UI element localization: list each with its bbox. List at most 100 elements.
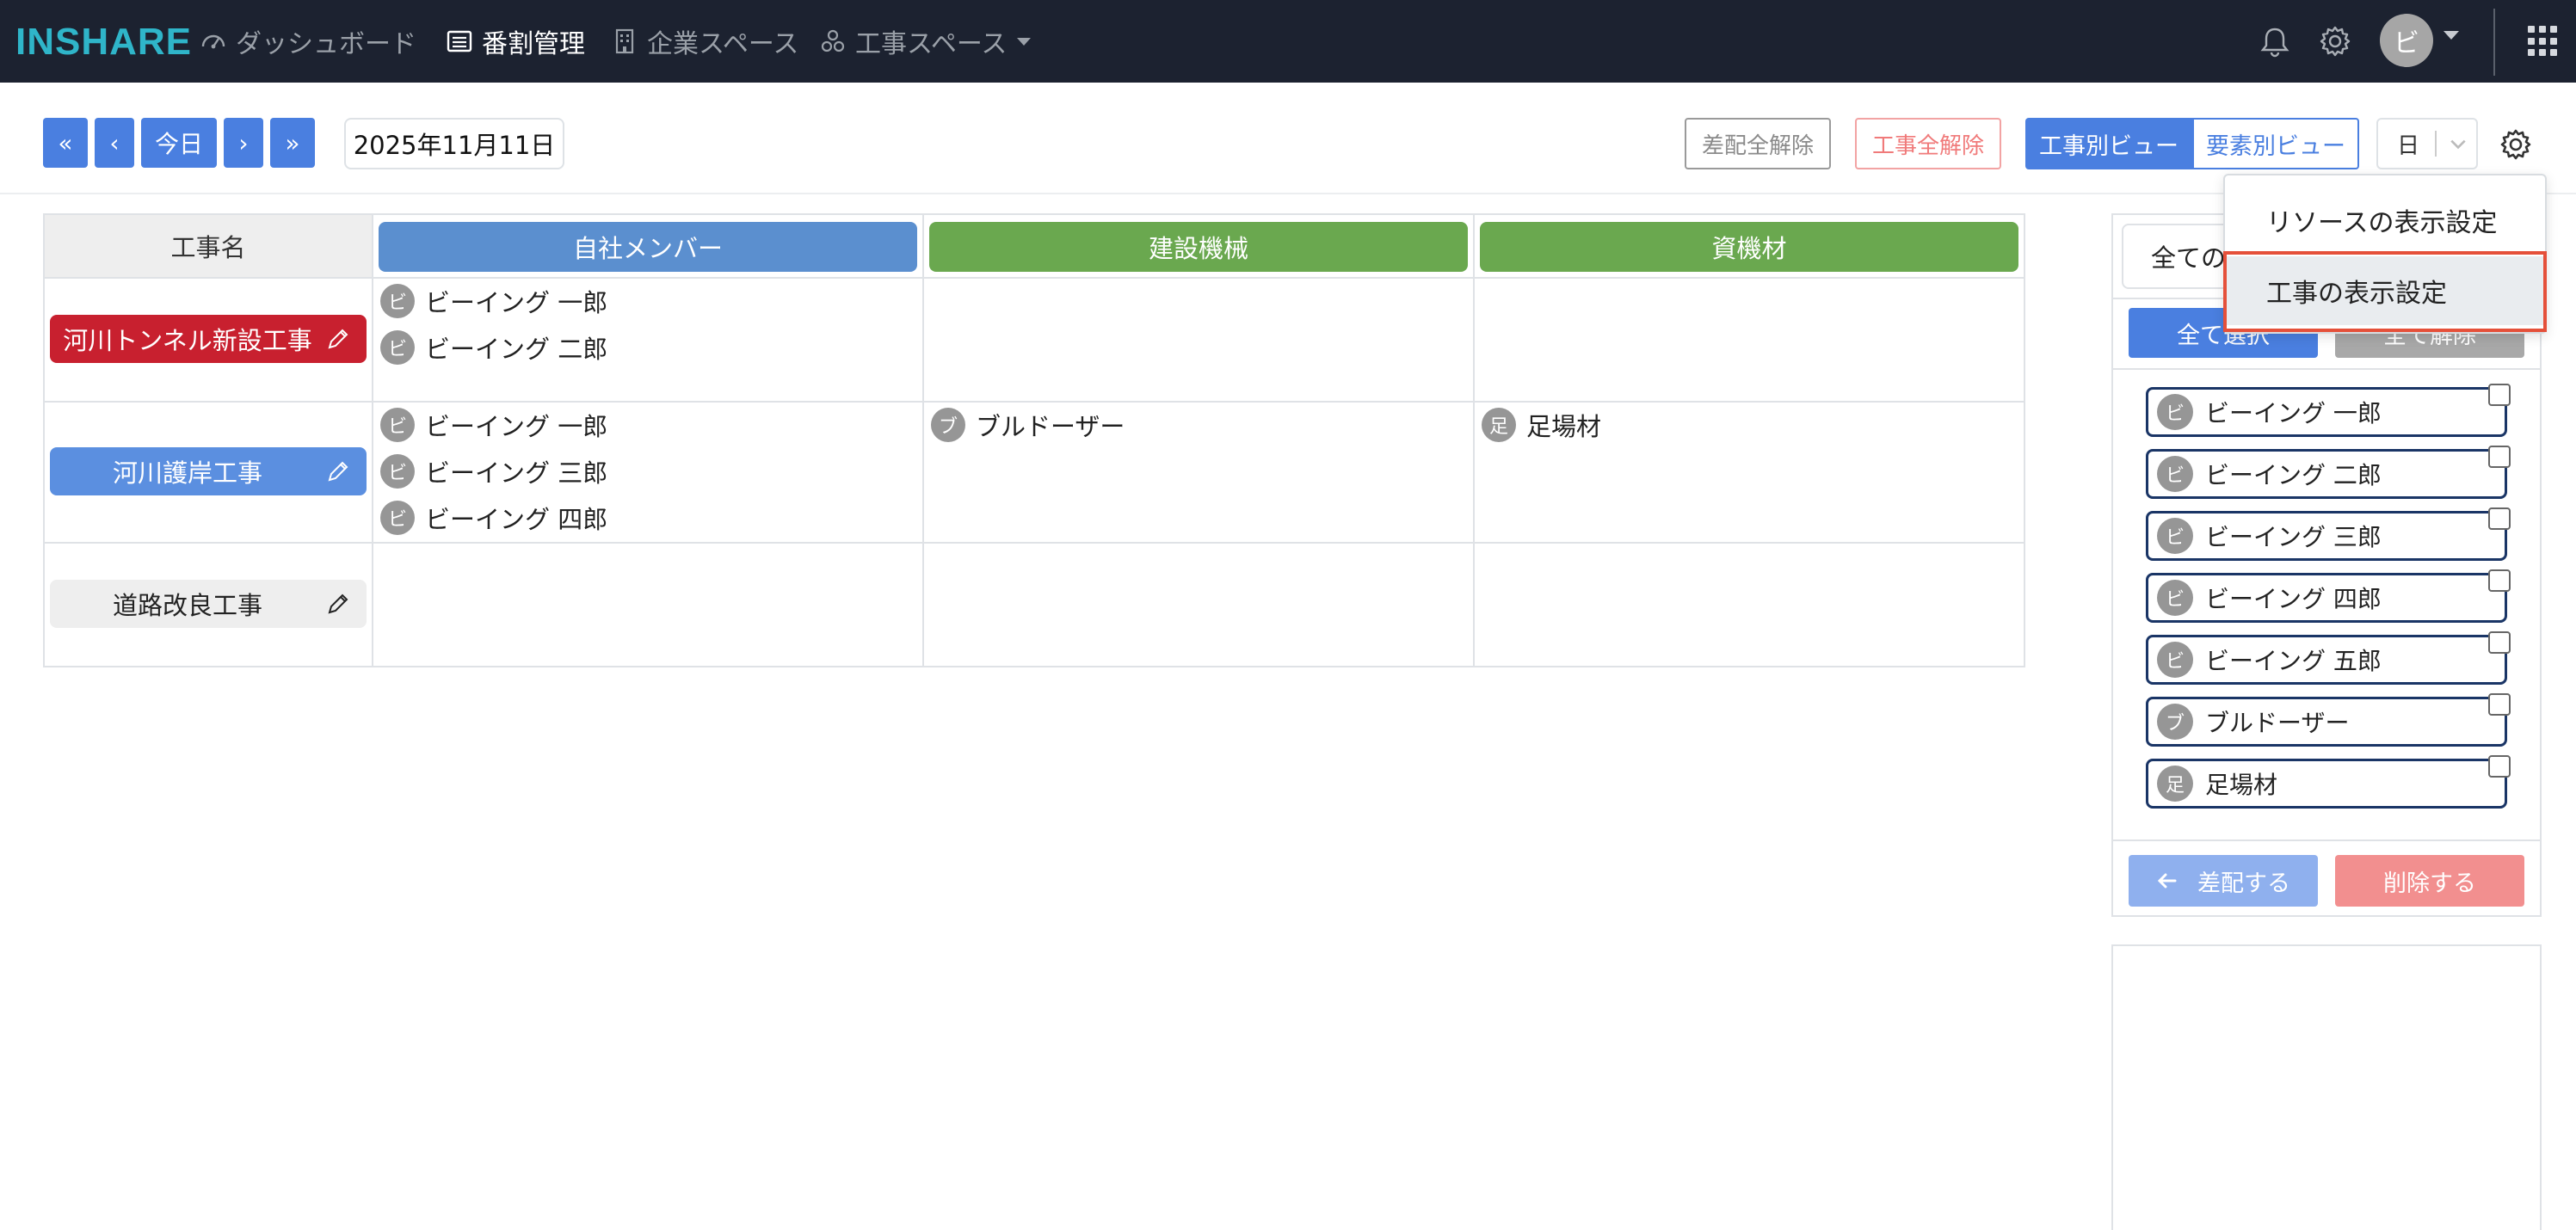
panel-divider xyxy=(2113,368,2540,370)
column-divider xyxy=(922,215,924,667)
date-input[interactable]: 2025年11月11日 xyxy=(344,118,564,169)
nav-item-dashboard[interactable]: ダッシュボード xyxy=(200,22,416,60)
resource-initial-badge: ビ xyxy=(380,330,415,365)
list-icon xyxy=(447,30,472,52)
detail-panel xyxy=(2111,944,2542,1230)
user-avatar[interactable]: ビ xyxy=(2380,14,2433,67)
resource-card[interactable]: ビビーイング 二郎 xyxy=(2146,449,2507,499)
next-button[interactable]: › xyxy=(224,118,263,168)
resource-checkbox[interactable] xyxy=(2488,384,2511,406)
view-by-job-tab[interactable]: 工事別ビュー xyxy=(2025,118,2192,169)
assigned-member[interactable]: ビビーイング 三郎 xyxy=(380,452,607,490)
resource-checkbox[interactable] xyxy=(2488,507,2511,530)
nav-divider xyxy=(2493,9,2495,76)
column-header-machines: 建設機械 xyxy=(929,222,1468,272)
gear-icon xyxy=(2320,26,2351,57)
menu-item-job-display-settings[interactable]: 工事の表示設定 xyxy=(2225,256,2545,325)
view-settings-button[interactable] xyxy=(2493,122,2538,167)
first-page-button[interactable]: « xyxy=(43,118,88,168)
view-by-element-tab[interactable]: 要素別ビュー xyxy=(2192,118,2359,169)
resource-checkbox[interactable] xyxy=(2488,693,2511,716)
settings-button[interactable] xyxy=(2313,19,2357,64)
resource-initial-badge: ビ xyxy=(2157,580,2193,616)
column-divider xyxy=(1473,215,1475,667)
resource-name: ビーイング 四郎 xyxy=(425,505,608,534)
menu-item-resource-display-settings[interactable]: リソースの表示設定 xyxy=(2225,186,2545,255)
column-header-members: 自社メンバー xyxy=(379,222,917,272)
assign-button[interactable]: 差配する xyxy=(2129,855,2318,907)
assigned-member[interactable]: ビビーイング 四郎 xyxy=(380,499,607,537)
resource-name: ビーイング 三郎 xyxy=(2205,523,2382,551)
resource-checkbox[interactable] xyxy=(2488,631,2511,654)
row-divider xyxy=(43,401,2025,403)
resource-initial-badge: ビ xyxy=(2157,642,2193,678)
notification-button[interactable] xyxy=(2252,19,2297,64)
assigned-machine[interactable]: ブブルドーザー xyxy=(931,406,1125,444)
row-divider xyxy=(43,542,2025,544)
assigned-member[interactable]: ビビーイング 二郎 xyxy=(380,329,607,366)
nav-item-company-space[interactable]: 企業スペース xyxy=(611,22,798,60)
pencil-icon[interactable] xyxy=(325,326,351,352)
bell-icon xyxy=(2260,28,2289,58)
delete-button[interactable]: 削除する xyxy=(2335,855,2524,907)
chevron-down-icon[interactable] xyxy=(2444,31,2459,40)
nav-item-construction-space[interactable]: 工事スペース xyxy=(819,22,1032,60)
nav-item-label: ダッシュボード xyxy=(236,29,416,59)
assigned-member[interactable]: ビビーイング 一郎 xyxy=(380,406,607,444)
toolbar-divider xyxy=(0,193,2576,194)
chevron-down-icon xyxy=(1017,37,1032,46)
nav-item-assignment[interactable]: 番割管理 xyxy=(446,22,585,60)
resource-name: 足場材 xyxy=(1526,412,1602,441)
gear-icon xyxy=(2500,129,2531,160)
apps-grid-icon[interactable] xyxy=(2528,26,2559,57)
job-pill-river-revetment[interactable]: 河川護岸工事 xyxy=(50,447,367,495)
resource-checkbox[interactable] xyxy=(2488,446,2511,468)
resource-initial-badge: ビ xyxy=(380,284,415,318)
pencil-icon[interactable] xyxy=(325,458,351,484)
resource-name: ビーイング 一郎 xyxy=(2205,399,2382,427)
resource-checkbox[interactable] xyxy=(2488,569,2511,592)
column-divider xyxy=(372,215,373,667)
last-page-button[interactable]: » xyxy=(270,118,315,168)
nav-item-label: 企業スペース xyxy=(647,29,799,59)
job-name: 道路改良工事 xyxy=(112,591,262,620)
resource-card[interactable]: ビビーイング 三郎 xyxy=(2146,511,2507,561)
resource-initial-badge: ビ xyxy=(380,454,415,489)
row-divider xyxy=(43,277,2025,279)
network-icon xyxy=(821,29,845,52)
resource-card[interactable]: ビビーイング 一郎 xyxy=(2146,387,2507,437)
resource-checkbox[interactable] xyxy=(2488,755,2511,778)
job-name: 河川トンネル新設工事 xyxy=(63,326,312,355)
select-divider xyxy=(2435,131,2437,157)
pencil-icon[interactable] xyxy=(325,591,351,617)
resource-card[interactable]: 足足場材 xyxy=(2146,759,2507,809)
resource-name: ビーイング 一郎 xyxy=(425,288,608,317)
panel-divider xyxy=(2113,839,2540,841)
assigned-material[interactable]: 足足場材 xyxy=(1482,406,1601,444)
job-header-label: 工事名 xyxy=(170,233,246,262)
job-pill-road-improvement[interactable]: 道路改良工事 xyxy=(50,580,367,628)
building-icon xyxy=(615,28,634,54)
period-select[interactable]: 日 xyxy=(2376,118,2478,169)
resource-name: ビーイング 二郎 xyxy=(2205,461,2382,489)
period-value: 日 xyxy=(2397,132,2420,159)
resource-name: 足場材 xyxy=(2205,771,2278,799)
resource-initial-badge: 足 xyxy=(1482,408,1516,442)
resource-card[interactable]: ブブルドーザー xyxy=(2146,697,2507,747)
clear-all-jobs-button[interactable]: 工事全解除 xyxy=(1855,118,2001,169)
assigned-member[interactable]: ビビーイング 一郎 xyxy=(380,282,607,320)
resource-initial-badge: ブ xyxy=(931,408,965,442)
resource-card[interactable]: ビビーイング 四郎 xyxy=(2146,573,2507,623)
resource-name: ブルドーザー xyxy=(2205,709,2350,737)
job-name: 河川護岸工事 xyxy=(112,458,262,488)
today-button[interactable]: 今日 xyxy=(141,118,217,168)
clear-all-assignments-button[interactable]: 差配全解除 xyxy=(1685,118,1831,169)
app-logo[interactable]: INSHARE xyxy=(15,21,192,64)
job-pill-river-tunnel[interactable]: 河川トンネル新設工事 xyxy=(50,315,367,363)
previous-button[interactable]: ‹ xyxy=(95,118,134,168)
resource-initial-badge: ビ xyxy=(2157,394,2193,430)
assign-label: 差配する xyxy=(2197,870,2290,897)
resource-name: ビーイング 四郎 xyxy=(2205,585,2382,613)
resource-initial-badge: ビ xyxy=(380,501,415,535)
resource-card[interactable]: ビビーイング 五郎 xyxy=(2146,635,2507,685)
